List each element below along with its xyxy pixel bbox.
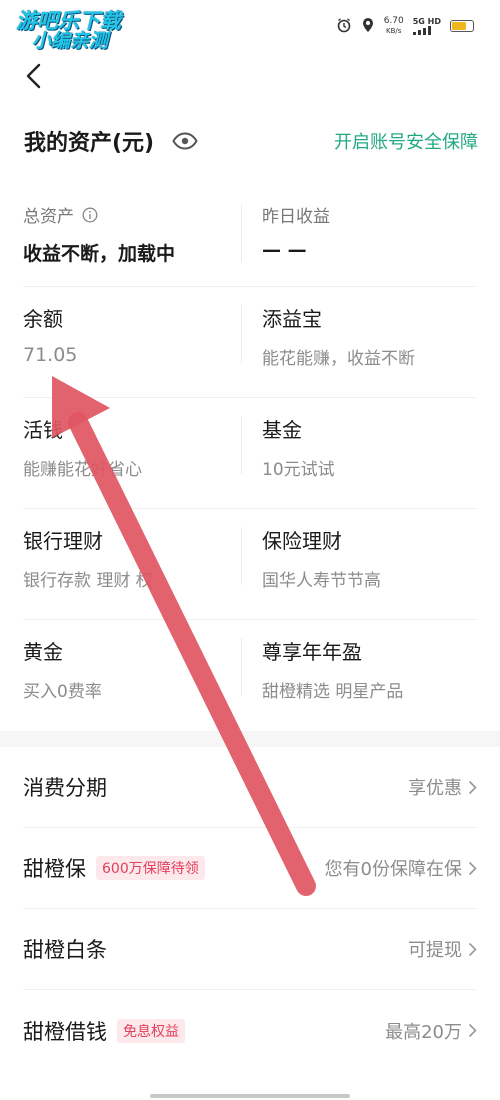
balance-value: 71.05	[23, 344, 78, 366]
asset-cell-subtitle: 买入0费率	[23, 682, 102, 702]
yesterday-income-cell[interactable]: 昨日收益 — —	[238, 186, 477, 286]
chevron-right-icon	[468, 1023, 477, 1038]
asset-cell-tianyibao[interactable]: 添益宝 能花能赚，收益不断	[238, 287, 477, 397]
list-item-right: 最高20万	[385, 1018, 477, 1044]
eye-icon[interactable]	[172, 131, 200, 151]
list-item-hint: 最高20万	[385, 1021, 462, 1043]
list-item-tiancheng-insurance[interactable]: 甜橙保 600万保障待领 您有0份保障在保	[23, 828, 477, 909]
list-item-right: 可提现	[408, 936, 477, 962]
asset-cell-title: 黄金	[23, 640, 63, 664]
asset-cell-huoqian[interactable]: 活钱 能赚能花好省心	[23, 398, 238, 508]
assets-row: 活钱 能赚能花好省心 基金 10元试试	[23, 398, 477, 509]
list-item-installment[interactable]: 消费分期 享优惠	[23, 747, 477, 828]
network-speed: 6.70 KB/s	[384, 16, 404, 36]
list-item-title: 甜橙白条	[23, 938, 107, 962]
asset-cell-insurance-wealth[interactable]: 保险理财 国华人寿节节高	[238, 509, 477, 619]
list-item-title: 甜橙保	[23, 857, 86, 881]
total-assets-value: 收益不断，加载中	[23, 243, 176, 265]
asset-cell-zunxiang[interactable]: 尊享年年盈 甜橙精选 明星产品	[238, 620, 477, 731]
list-item-hint: 您有0份保障在保	[324, 859, 462, 880]
asset-cell-subtitle: 甜橙精选 明星产品	[262, 682, 404, 702]
list-item-hint: 可提现	[408, 940, 462, 961]
list-item-right: 您有0份保障在保	[325, 855, 477, 881]
back-button[interactable]	[18, 60, 48, 92]
asset-cell-title: 活钱	[23, 418, 63, 442]
asset-cell-title: 银行理财	[23, 529, 103, 553]
page-title: 我的资产(元)	[24, 131, 155, 156]
list-item-baitiao[interactable]: 甜橙白条 可提现	[23, 909, 477, 990]
assets-summary-row: 总资产 收益不断，加载中 昨日收益 — —	[23, 186, 477, 287]
chevron-right-icon	[468, 942, 477, 956]
watermark-line2: 小编亲测	[32, 30, 109, 53]
list-item-hint: 享优惠	[408, 778, 462, 799]
asset-cell-title: 余额	[23, 307, 63, 331]
assets-row: 黄金 买入0费率 尊享年年盈 甜橙精选 明星产品	[23, 620, 477, 731]
info-icon[interactable]	[82, 207, 98, 223]
alarm-icon	[336, 17, 352, 36]
section-divider	[0, 731, 500, 747]
chevron-right-icon	[468, 780, 477, 794]
asset-cell-balance[interactable]: 余额 71.05	[23, 287, 238, 397]
speed-unit: KB/s	[386, 27, 402, 35]
total-assets-label: 总资产	[23, 207, 74, 227]
battery-icon	[450, 20, 474, 32]
list-item-loan[interactable]: 甜橙借钱 免息权益 最高20万	[23, 990, 477, 1071]
asset-cell-title: 基金	[262, 418, 302, 442]
watermark-line1: 游吧乐下载	[16, 9, 121, 33]
asset-cell-subtitle: 银行存款 理财 权	[23, 571, 153, 591]
promo-tag: 600万保障待领	[96, 856, 205, 880]
total-assets-cell[interactable]: 总资产 收益不断，加载中	[23, 186, 238, 286]
asset-cell-title: 尊享年年盈	[262, 640, 362, 664]
asset-cell-title: 保险理财	[262, 529, 342, 553]
yesterday-income-label: 昨日收益	[262, 207, 330, 227]
list-item-title: 甜橙借钱	[23, 1019, 107, 1044]
assets-row: 余额 71.05 添益宝 能花能赚，收益不断	[23, 287, 477, 398]
list-item-right: 享优惠	[408, 774, 477, 800]
watermark: 游吧乐下载 小编亲测	[16, 10, 121, 52]
yesterday-income-value: — —	[262, 239, 307, 261]
status-icons: 6.70 KB/s 5G HD	[336, 16, 474, 36]
assets-grid: 总资产 收益不断，加载中 昨日收益 — — 余额 71.05 添益宝 能花能赚，…	[0, 186, 500, 731]
security-link[interactable]: 开启账号安全保障	[334, 128, 478, 154]
battery-fill	[452, 22, 467, 30]
list-item-title: 消费分期	[23, 776, 107, 800]
chevron-right-icon	[468, 861, 477, 875]
home-indicator[interactable]	[150, 1094, 350, 1098]
asset-cell-subtitle: 能花能赚，收益不断	[262, 349, 415, 369]
service-list: 消费分期 享优惠 甜橙保 600万保障待领 您有0份保障在保 甜橙白条 可提现 …	[0, 747, 500, 1071]
signal-icon	[412, 25, 431, 35]
assets-header: 我的资产(元) 开启账号安全保障	[24, 121, 478, 161]
promo-tag: 免息权益	[117, 1018, 185, 1043]
status-bar: 游吧乐下载 小编亲测 6.70 KB/s 5G HD	[0, 0, 500, 56]
asset-cell-subtitle: 国华人寿节节高	[262, 571, 381, 591]
chevron-left-icon	[26, 63, 41, 89]
asset-cell-subtitle: 10元试试	[262, 460, 335, 480]
asset-cell-fund[interactable]: 基金 10元试试	[238, 398, 477, 508]
total-assets-label-row: 总资产	[23, 202, 238, 227]
location-icon	[361, 17, 375, 36]
asset-cell-gold[interactable]: 黄金 买入0费率	[23, 620, 238, 731]
network-label: 5G HD	[412, 16, 441, 26]
asset-cell-bank-wealth[interactable]: 银行理财 银行存款 理财 权	[23, 509, 238, 619]
asset-cell-subtitle: 能赚能花好省心	[23, 460, 142, 480]
network-indicator: 5G HD	[412, 16, 441, 35]
assets-row: 银行理财 银行存款 理财 权 保险理财 国华人寿节节高	[23, 509, 477, 620]
speed-value: 6.70	[383, 16, 404, 26]
asset-cell-title: 添益宝	[262, 307, 322, 331]
